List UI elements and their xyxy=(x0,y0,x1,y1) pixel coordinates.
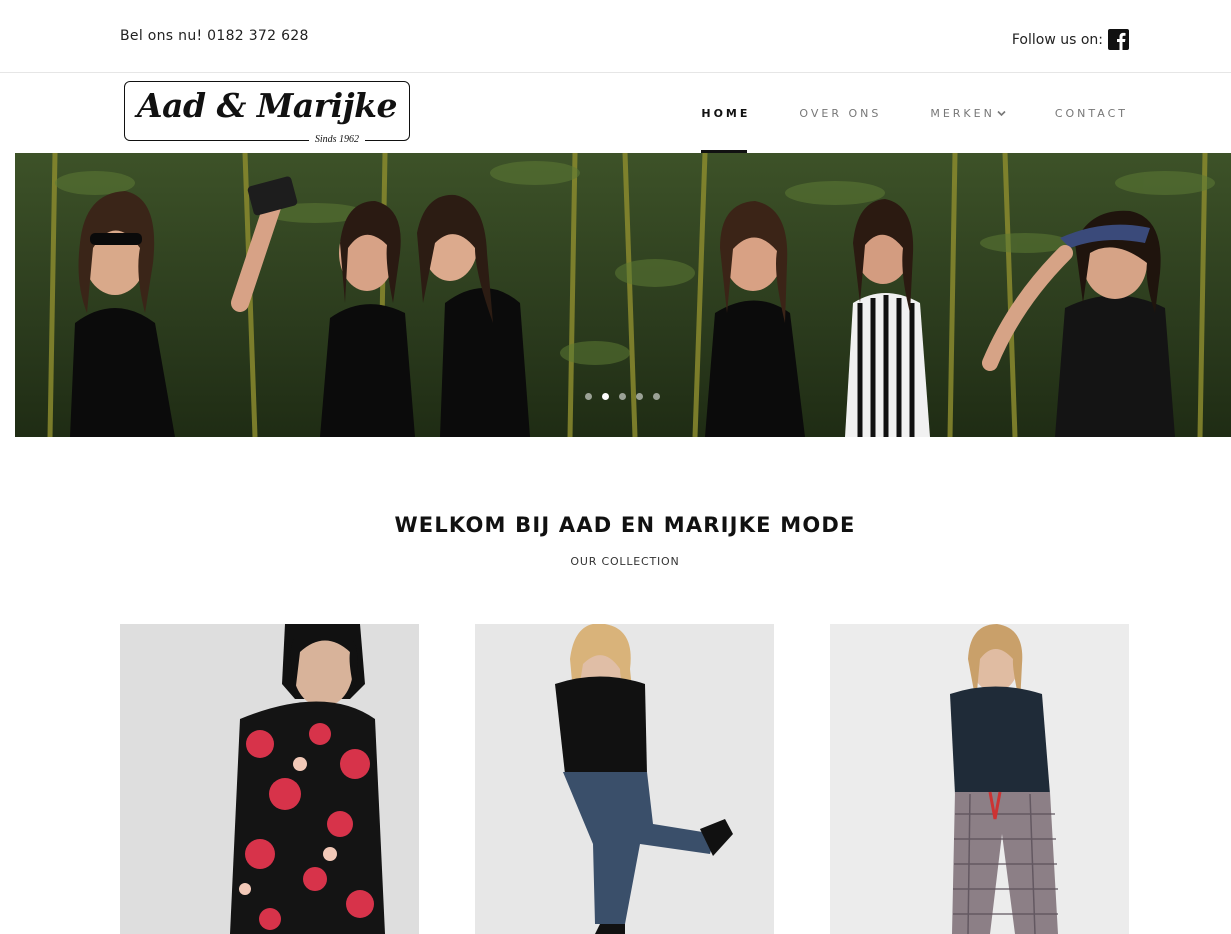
nav-contact-label: CONTACT xyxy=(1054,106,1128,120)
follow-label: Follow us on: xyxy=(1011,31,1103,48)
nav-merken[interactable]: MERKEN xyxy=(930,73,1006,153)
welcome-title: WELKOM BIJ AAD EN MARIJKE MODE xyxy=(394,513,856,537)
slider-dot[interactable] xyxy=(653,393,660,400)
nav-over-ons[interactable]: OVER ONS xyxy=(799,73,881,153)
logo-since-text: Sinds 1962 xyxy=(308,134,365,145)
product-image-floral-dress[interactable] xyxy=(120,624,419,934)
main-header: Aad & Marijke Sinds 1962 HOME OVER ONS M… xyxy=(0,73,1231,153)
nav-home[interactable]: HOME xyxy=(701,73,750,153)
jeans-photo xyxy=(475,624,774,934)
slider-dot[interactable] xyxy=(636,393,643,400)
product-image-checked-trousers[interactable] xyxy=(830,624,1129,934)
collection-subtitle: OUR COLLECTION xyxy=(570,555,680,568)
nav-over-ons-label: OVER ONS xyxy=(799,106,882,120)
top-bar: Bel ons nu! 0182 372 628 Follow us on: xyxy=(0,0,1231,73)
nav-home-label: HOME xyxy=(701,106,751,120)
site-logo[interactable]: Aad & Marijke Sinds 1962 xyxy=(124,81,410,145)
hero-slider[interactable] xyxy=(15,153,1231,437)
floral-dress-photo xyxy=(120,624,419,934)
phone-number[interactable]: Bel ons nu! 0182 372 628 xyxy=(120,28,309,44)
facebook-icon[interactable] xyxy=(1108,29,1129,50)
logo-main-text: Aad & Marijke xyxy=(137,86,397,125)
social-follow: Follow us on: xyxy=(1012,29,1129,50)
nav-merken-label: MERKEN xyxy=(930,106,995,120)
slider-dots xyxy=(585,393,660,400)
product-image-jeans[interactable] xyxy=(475,624,774,934)
slider-dot[interactable] xyxy=(585,393,592,400)
chevron-down-icon xyxy=(997,107,1006,120)
slider-dot-active[interactable] xyxy=(602,393,609,400)
main-nav: HOME OVER ONS MERKEN CONTACT xyxy=(652,73,1128,153)
slider-dot[interactable] xyxy=(619,393,626,400)
checked-trousers-photo xyxy=(830,624,1129,934)
nav-contact[interactable]: CONTACT xyxy=(1055,73,1128,153)
